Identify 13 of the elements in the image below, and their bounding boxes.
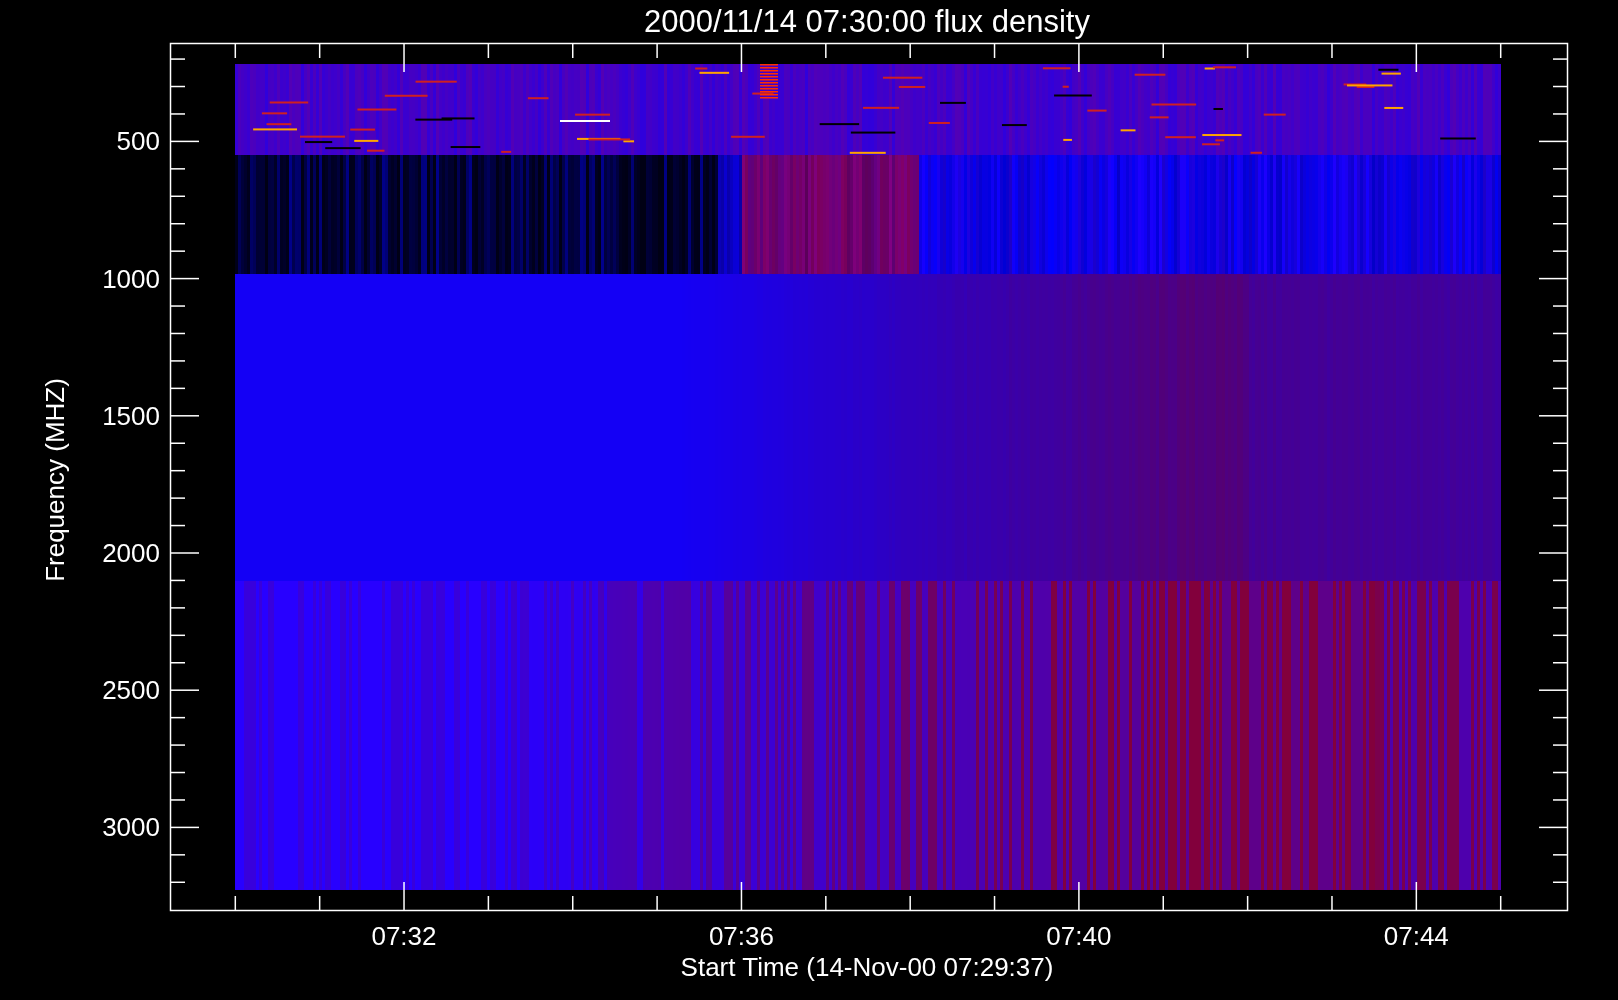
- plot-title: 2000/11/14 07:30:00 flux density: [644, 4, 1090, 39]
- tick-label: 07:40: [1046, 921, 1112, 951]
- tick-label: 2500: [102, 675, 160, 706]
- tick-label: 3000: [102, 812, 160, 843]
- x-axis-label: Start Time (14-Nov-00 07:29:37): [680, 952, 1054, 982]
- tick-label: 07:36: [708, 921, 774, 951]
- tick-label: 1000: [102, 263, 160, 294]
- tick-label: 1500: [102, 400, 160, 431]
- tick-label: 07:32: [371, 921, 437, 951]
- y-axis-label: Frequency (MHZ): [40, 378, 70, 582]
- tick-label: 2000: [102, 538, 160, 568]
- tick-label: 07:44: [1383, 921, 1449, 951]
- tick-label: 500: [116, 126, 160, 157]
